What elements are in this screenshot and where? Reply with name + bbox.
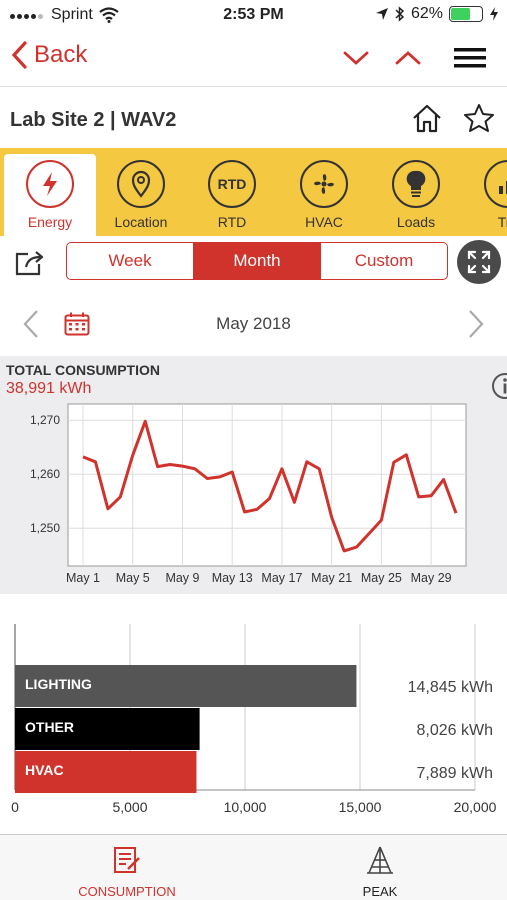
y-tick-label: 1,270 [30, 413, 60, 427]
export-button[interactable] [14, 248, 46, 281]
x-tick-label: 0 [11, 799, 19, 815]
segment-custom[interactable]: Custom [321, 243, 447, 279]
fullscreen-button[interactable] [457, 240, 501, 284]
period-segmented-control: Week Month Custom [66, 242, 448, 280]
fan-icon [300, 160, 348, 208]
battery-percent: 62% [410, 5, 443, 22]
tab-label: Energy [27, 214, 73, 230]
consumption-breakdown-panel: 0 5,000 10,000 15,000 20,000 LIGHTING 14,845 k… [0, 606, 507, 828]
bottom-tab-bar: CONSUMPTION PEAK [0, 834, 507, 900]
favorite-star-icon[interactable] [463, 103, 495, 133]
category-tab-bar: Energy Location RTD RTD HVAC Loads Tre [0, 148, 507, 236]
consumption-bar-chart: 0 5,000 10,000 15,000 20,000 LIGHTING 14,845 k… [11, 624, 497, 815]
x-tick-label: May 25 [361, 571, 402, 585]
range-selector-row: Week Month Custom [0, 236, 507, 286]
share-icon [15, 251, 44, 276]
chevron-down-icon [343, 51, 369, 65]
info-icon [492, 373, 507, 399]
tab-peak[interactable]: PEAK [300, 845, 460, 899]
previous-item-button[interactable] [391, 42, 425, 74]
tab-trends[interactable]: Tre [462, 154, 507, 236]
location-arrow-icon [375, 8, 388, 20]
date-navigation: May 2018 [0, 296, 507, 352]
rtd-icon-text: RTD [217, 176, 247, 192]
consumption-trend-panel: May 1 May 5 May 9 May 13 May 17 May 21 May 25 M… [0, 356, 507, 594]
tab-label: Loads [396, 214, 436, 230]
chevron-left-icon [11, 41, 27, 69]
charging-icon [490, 7, 498, 21]
location-pin-icon [117, 160, 165, 208]
tab-label: CONSUMPTION [78, 884, 176, 899]
next-item-button[interactable] [339, 42, 373, 74]
status-bar: Sprint 2:53 PM 62% [0, 0, 507, 30]
tab-energy[interactable]: Energy [4, 154, 96, 236]
x-tick-label: May 5 [116, 571, 150, 585]
battery-fill [451, 8, 470, 20]
page-title: Lab Site 2 | WAV2 [10, 109, 177, 131]
x-tick-label: 15,000 [339, 799, 382, 815]
chevron-right-icon [469, 310, 484, 338]
bluetooth-icon [395, 6, 405, 22]
tab-consumption[interactable]: CONSUMPTION [47, 845, 207, 899]
lightning-icon [26, 160, 74, 208]
bulb-icon [392, 160, 440, 208]
navigation-bar: Back [0, 30, 507, 86]
tab-label: HVAC [305, 214, 343, 230]
chevron-up-icon [395, 51, 421, 65]
home-icon[interactable] [411, 103, 443, 133]
bar-category-label: OTHER [25, 719, 74, 735]
status-right: 62% [375, 5, 499, 23]
tab-label: Tre [497, 214, 507, 230]
rtd-icon: RTD [208, 160, 256, 208]
tab-location[interactable]: Location [95, 154, 187, 236]
x-tick-label: 20,000 [454, 799, 497, 815]
tab-loads[interactable]: Loads [370, 154, 462, 236]
expand-icon [467, 250, 491, 274]
tab-hvac[interactable]: HVAC [278, 154, 370, 236]
tab-rtd[interactable]: RTD RTD [186, 154, 278, 236]
y-tick-label: 1,260 [30, 467, 60, 481]
segment-month[interactable]: Month [194, 243, 321, 279]
x-tick-label: May 1 [66, 571, 100, 585]
tab-label: Location [114, 214, 168, 230]
next-period-button[interactable] [467, 308, 485, 345]
bar-value-label: 14,845 kWh [408, 679, 493, 696]
period-label: May 2018 [216, 314, 291, 333]
x-tick-label: 10,000 [224, 799, 267, 815]
total-consumption-value: 38,991 kWh [6, 380, 92, 397]
menu-button[interactable] [453, 42, 487, 74]
nav-actions [339, 42, 487, 74]
battery-icon [449, 6, 483, 22]
site-header: Lab Site 2 | WAV2 [0, 86, 507, 148]
tab-label: PEAK [362, 884, 398, 899]
x-tick-label: May 29 [411, 571, 452, 585]
bar-category-label: LIGHTING [25, 676, 92, 692]
x-tick-label: May 9 [165, 571, 199, 585]
x-tick-label: May 17 [261, 571, 302, 585]
site-actions [411, 103, 495, 133]
plot-area [67, 403, 467, 567]
peak-icon [367, 846, 393, 874]
total-consumption-label: TOTAL CONSUMPTION [6, 362, 160, 378]
tab-label: RTD [217, 214, 247, 230]
segment-week[interactable]: Week [67, 243, 194, 279]
hamburger-menu-icon [454, 48, 486, 68]
bar-value-label: 7,889 kWh [417, 765, 493, 782]
y-tick-label: 1,250 [30, 521, 60, 535]
back-button[interactable]: Back [10, 40, 87, 70]
bar-category-label: HVAC [25, 762, 64, 778]
x-tick-label: May 13 [212, 571, 253, 585]
consumption-icon [114, 847, 140, 873]
bar-value-label: 8,026 kWh [417, 722, 493, 739]
x-tick-label: May 21 [311, 571, 352, 585]
back-label: Back [34, 41, 88, 68]
x-tick-label: 5,000 [112, 799, 147, 815]
trend-icon [484, 160, 507, 208]
